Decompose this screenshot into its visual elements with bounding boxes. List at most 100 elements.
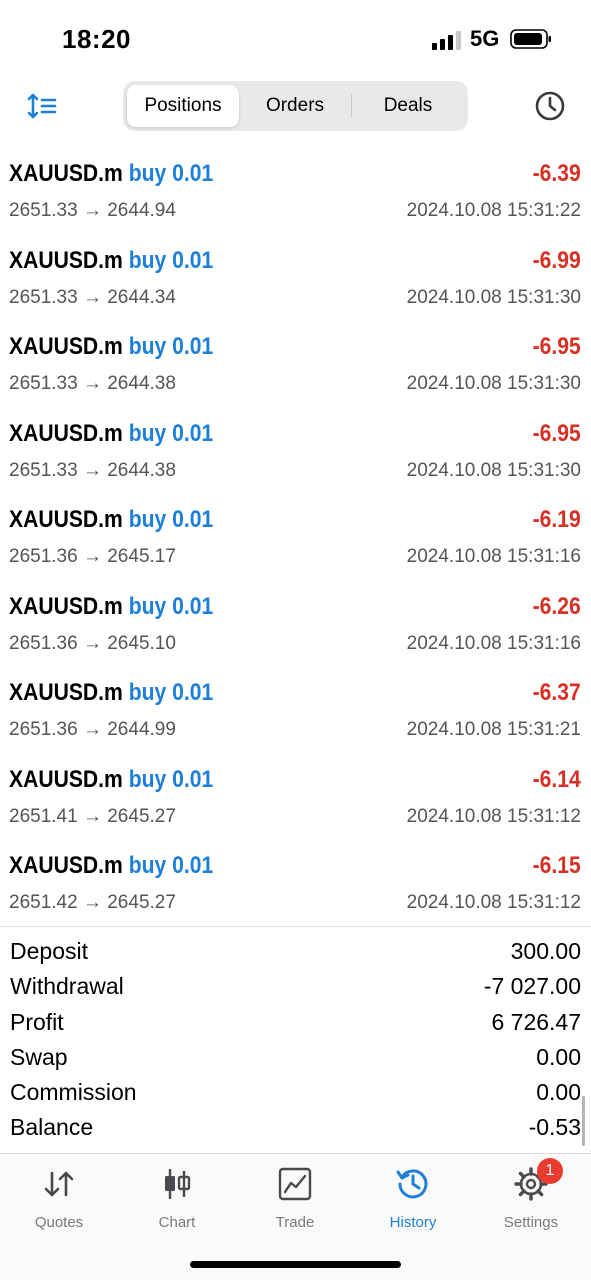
tab-trade[interactable]: Trade bbox=[236, 1164, 354, 1244]
deal-side: buy 0.01 bbox=[128, 592, 214, 620]
tab-label: Trade bbox=[275, 1214, 315, 1231]
deals-list: XAUUSD.m buy 0.01 -6.39 2651.33 → 2644.9… bbox=[0, 150, 591, 929]
deal-row[interactable]: XAUUSD.m buy 0.01 -6.99 2651.33 → 2644.3… bbox=[0, 237, 591, 324]
deal-row[interactable]: XAUUSD.m buy 0.01 -6.95 2651.33 → 2644.3… bbox=[0, 410, 591, 497]
period-button[interactable] bbox=[532, 88, 568, 124]
deal-time: 2024.10.08 15:31:30 bbox=[406, 373, 581, 394]
symbol-label: XAUUSD.m bbox=[9, 506, 123, 533]
summary-value: 0.00 bbox=[536, 1043, 581, 1070]
deal-prices: 2651.33 → 2644.34 bbox=[9, 286, 176, 308]
signal-icon bbox=[432, 31, 461, 50]
deal-row[interactable]: XAUUSD.m buy 0.01 -6.37 2651.36 → 2644.9… bbox=[0, 669, 591, 756]
deal-profit: -6.37 bbox=[532, 679, 581, 706]
status-time: 18:20 bbox=[62, 24, 131, 54]
deal-side: buy 0.01 bbox=[128, 765, 214, 793]
history-icon bbox=[393, 1164, 433, 1204]
network-label: 5G bbox=[470, 26, 500, 51]
deal-side: buy 0.01 bbox=[128, 160, 214, 187]
tab-label: Chart bbox=[158, 1214, 196, 1231]
symbol-label: XAUUSD.m bbox=[9, 852, 123, 879]
summary-row-swap: Swap 0.00 bbox=[0, 1041, 591, 1076]
deal-side: buy 0.01 bbox=[128, 246, 214, 274]
notification-badge: 1 bbox=[537, 1158, 563, 1184]
deal-row[interactable]: XAUUSD.m buy 0.01 -6.14 2651.41 → 2645.2… bbox=[0, 756, 591, 843]
account-summary: Deposit 300.00 Withdrawal -7 027.00 Prof… bbox=[0, 926, 591, 1147]
tab-quotes[interactable]: Quotes bbox=[0, 1164, 118, 1244]
history-toolbar: Positions Orders Deals bbox=[0, 80, 591, 132]
symbol-label: XAUUSD.m bbox=[9, 333, 123, 360]
sort-button[interactable] bbox=[24, 88, 60, 124]
summary-row-deposit: Deposit 300.00 bbox=[0, 935, 591, 970]
view-segmented-control: Positions Orders Deals bbox=[123, 81, 468, 131]
quotes-icon bbox=[39, 1164, 79, 1204]
summary-row-commission: Commission 0.00 bbox=[0, 1076, 591, 1111]
sort-icon bbox=[27, 93, 57, 119]
scrollbar[interactable] bbox=[582, 1096, 585, 1146]
summary-row-profit: Profit 6 726.47 bbox=[0, 1006, 591, 1041]
tab-deals[interactable]: Deals bbox=[352, 85, 464, 127]
deal-profit: -6.19 bbox=[532, 506, 581, 533]
tab-history[interactable]: History bbox=[354, 1164, 472, 1244]
deal-time: 2024.10.08 15:31:16 bbox=[406, 632, 581, 654]
deal-profit: -6.15 bbox=[532, 852, 581, 879]
deal-symbol: XAUUSD.m buy 0.01 bbox=[9, 766, 213, 794]
deal-symbol: XAUUSD.m buy 0.01 bbox=[9, 506, 213, 534]
tab-positions[interactable]: Positions bbox=[127, 85, 239, 127]
deal-time: 2024.10.08 15:31:21 bbox=[406, 719, 581, 740]
deal-side: buy 0.01 bbox=[128, 506, 214, 533]
deal-profit: -6.14 bbox=[532, 765, 581, 793]
home-indicator[interactable] bbox=[190, 1261, 401, 1268]
deal-time: 2024.10.08 15:31:22 bbox=[406, 200, 581, 221]
deal-time: 2024.10.08 15:31:30 bbox=[406, 286, 581, 308]
trade-icon bbox=[275, 1164, 315, 1204]
deal-time: 2024.10.08 15:31:12 bbox=[406, 805, 581, 827]
summary-value: -0.53 bbox=[528, 1114, 581, 1141]
summary-label: Profit bbox=[10, 1008, 64, 1035]
status-bar: 18:20 5G bbox=[0, 0, 591, 70]
deal-prices: 2651.36 → 2645.10 bbox=[9, 632, 176, 654]
deal-symbol: XAUUSD.m buy 0.01 bbox=[9, 679, 213, 707]
deal-profit: -6.95 bbox=[532, 419, 581, 447]
summary-row-withdrawal: Withdrawal -7 027.00 bbox=[0, 970, 591, 1005]
deal-side: buy 0.01 bbox=[128, 419, 214, 447]
summary-row-balance: Balance -0.53 bbox=[0, 1111, 591, 1146]
deal-profit: -6.39 bbox=[532, 160, 581, 187]
deal-row[interactable]: XAUUSD.m buy 0.01 -6.95 2651.33 → 2644.3… bbox=[0, 323, 591, 410]
tab-orders[interactable]: Orders bbox=[239, 85, 351, 127]
deal-prices: 2651.33 → 2644.94 bbox=[9, 200, 176, 221]
tab-chart[interactable]: Chart bbox=[118, 1164, 236, 1244]
deal-prices: 2651.42 → 2645.27 bbox=[9, 892, 176, 913]
tab-label: Settings bbox=[503, 1214, 559, 1231]
summary-label: Withdrawal bbox=[10, 973, 124, 1000]
deal-prices: 2651.33 → 2644.38 bbox=[9, 459, 176, 481]
symbol-label: XAUUSD.m bbox=[9, 160, 123, 187]
deal-prices: 2651.36 → 2645.17 bbox=[9, 546, 176, 567]
summary-value: 6 726.47 bbox=[491, 1008, 581, 1035]
deal-symbol: XAUUSD.m buy 0.01 bbox=[9, 160, 213, 188]
deal-time: 2024.10.08 15:31:16 bbox=[406, 546, 581, 567]
symbol-label: XAUUSD.m bbox=[9, 592, 123, 620]
deal-profit: -6.99 bbox=[532, 246, 581, 274]
deal-side: buy 0.01 bbox=[128, 852, 214, 879]
deal-row[interactable]: XAUUSD.m buy 0.01 -6.39 2651.33 → 2644.9… bbox=[0, 150, 591, 237]
summary-label: Swap bbox=[10, 1043, 68, 1070]
deal-symbol: XAUUSD.m buy 0.01 bbox=[9, 333, 213, 361]
deal-row[interactable]: XAUUSD.m buy 0.01 -6.19 2651.36 → 2645.1… bbox=[0, 496, 591, 583]
deal-symbol: XAUUSD.m buy 0.01 bbox=[9, 593, 213, 621]
deal-profit: -6.95 bbox=[532, 333, 581, 360]
deal-row[interactable]: XAUUSD.m buy 0.01 -6.26 2651.36 → 2645.1… bbox=[0, 583, 591, 670]
clock-icon bbox=[535, 91, 565, 121]
symbol-label: XAUUSD.m bbox=[9, 419, 123, 447]
summary-label: Balance bbox=[10, 1114, 94, 1141]
symbol-label: XAUUSD.m bbox=[9, 765, 123, 793]
summary-label: Deposit bbox=[10, 938, 88, 964]
tab-settings[interactable]: 1 Settings bbox=[472, 1158, 590, 1244]
deal-prices: 2651.41 → 2645.27 bbox=[9, 805, 176, 827]
summary-label: Commission bbox=[10, 1079, 137, 1106]
deal-row[interactable]: XAUUSD.m buy 0.01 -6.15 2651.42 → 2645.2… bbox=[0, 842, 591, 929]
deal-symbol: XAUUSD.m buy 0.01 bbox=[9, 247, 213, 275]
deal-side: buy 0.01 bbox=[128, 679, 214, 706]
deal-profit: -6.26 bbox=[532, 592, 581, 620]
battery-icon bbox=[510, 29, 551, 49]
symbol-label: XAUUSD.m bbox=[9, 246, 123, 274]
